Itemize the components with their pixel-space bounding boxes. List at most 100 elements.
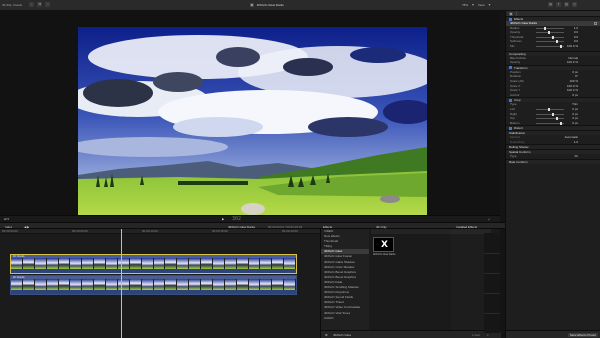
row-value[interactable]: 0 px [572,116,578,120]
clip-thumbnail [201,279,213,290]
row-value[interactable]: 0 px [572,70,578,74]
row-value[interactable]: 0 px [572,112,578,116]
chevron-down-icon[interactable]: ▾ [488,3,490,7]
project-title: 4KPerfx Glow Darks [256,3,284,7]
inspector-toggle-icon[interactable]: ▤ [548,2,553,7]
spatial-type-row[interactable]: Type Fit [506,154,600,159]
row-value[interactable]: 1.0 [574,26,578,30]
clip-thumbnail [94,258,106,269]
landscape-image [78,27,427,225]
slider[interactable] [536,112,564,116]
keywords-icon[interactable]: ⌘ [37,2,43,7]
clip-thumbnail [224,258,237,269]
inspector-row[interactable]: Anchor 0 px [506,93,600,98]
slider-knob[interactable] [556,117,558,121]
search-icon[interactable]: ⌕ [487,333,489,337]
audio-meter-icon[interactable]: ▥ [564,2,569,7]
row-value[interactable]: 0.0 [574,30,578,34]
row-label: Bottom [510,120,520,125]
row-value[interactable]: 0 px [572,107,578,111]
row-value[interactable]: 100.0 % [567,88,578,92]
clip-thumbnail [117,258,130,269]
row-label: Scale Y [510,88,521,93]
clip-thumbnail [189,279,201,290]
effects-search-tab[interactable]: 4K Only [376,225,387,229]
clip-thumbnail [260,258,273,269]
video-clip[interactable]: 4K Clouds [10,275,297,295]
share-icon[interactable]: ⇪ [556,2,561,7]
info-icon[interactable]: ⓘ [515,11,519,16]
installed-effects-menu[interactable]: Installed Effects [456,225,477,229]
slider-knob[interactable] [560,44,562,48]
rate-conform-section-title[interactable]: Rate Conform [506,159,600,165]
slider-knob[interactable] [552,35,554,39]
row-value[interactable]: 0° [575,74,578,78]
import-icon[interactable]: ↓ [29,2,35,7]
clip-thumbnail [141,279,154,290]
playhead[interactable] [121,229,122,338]
row-value[interactable]: 100.0 % [567,44,578,48]
video-frame[interactable] [78,27,427,225]
slider-knob[interactable] [556,40,558,44]
play-button[interactable]: ▶ [222,217,224,221]
index-button[interactable]: Index [5,225,12,229]
slider[interactable] [536,44,564,48]
inspector-row[interactable]: Bottom 0 px [506,121,600,126]
effect-thumbnail[interactable]: X [373,237,394,252]
row-value[interactable]: Trim [572,102,578,106]
back-icon[interactable]: ◀ ▶ [24,225,29,229]
row-value[interactable]: 0.0 [574,35,578,39]
toolbar-left: 4K 60s, Clouds ↓ ⌘ ○ [2,2,51,7]
row-value[interactable]: 100 % [569,79,578,83]
timeline-ruler[interactable]: 00:00:00:00 00:00:05:00 00:00:10:00 00:0… [0,229,320,234]
clip-thumbnail [82,279,95,290]
slider-knob[interactable] [544,26,546,30]
slider[interactable] [536,26,564,30]
clip-thumbnail [153,258,166,269]
slider[interactable] [536,121,564,125]
fullscreen-icon[interactable]: ⤢ [488,217,490,221]
clip-thumbnail [22,279,35,290]
library-name[interactable]: 4K 60s, Clouds [2,3,22,7]
slider-knob[interactable] [560,121,562,125]
effects-browser: VIDEO New effects Thumbnail Tilting 4KPerfx … [320,229,501,338]
save-effects-preset-button[interactable]: Save Effects Preset [567,333,598,337]
stabilization-smoothing-row: Smoothing 1.0 [510,139,578,144]
clip-thumbnail [34,279,47,290]
row-value[interactable]: 0 px [572,121,578,125]
timeline[interactable]: 00:00:00:00 00:00:05:00 00:00:10:00 00:0… [0,229,320,338]
slider[interactable] [536,35,564,39]
effect-parameters: Radius 1.0 Opacity 0.0 Threshold 0.0 Softness 0… [506,26,600,49]
opacity-row[interactable]: Opacity 100.0 % [506,60,600,65]
slider[interactable] [536,40,564,44]
timeline-project-name[interactable]: 4KPerfx Glow Darks [228,225,255,229]
background-tasks-icon[interactable]: ◷ [572,2,577,7]
row-value[interactable]: 0 px [572,93,578,97]
effects-count: 1 item [472,333,481,337]
slider-knob[interactable] [552,112,554,116]
clip-thumbnail [284,258,296,269]
slider[interactable] [536,107,564,111]
slider[interactable] [536,31,564,35]
row-value[interactable]: 100.0 % [567,84,578,88]
ruler-tick: 00:00:20:00 [282,229,298,233]
clip-thumbnail [106,279,118,290]
view-menu[interactable]: View [478,3,484,7]
effects-category-item[interactable]: AUDIO [321,316,369,321]
row-label: Anchor [510,92,520,97]
slider-knob[interactable] [548,31,550,35]
analyze-icon[interactable]: ○ [45,2,51,7]
clip-thumbnail [129,258,142,269]
zoom-menu[interactable]: 78% [462,3,468,7]
row-value[interactable]: 0.0 [574,39,578,43]
chevron-down-icon[interactable]: ▾ [472,3,474,7]
transform-tool-icon[interactable]: ⊞ ▾ [4,217,9,221]
inspector-row[interactable]: Mix 100.0 % [506,44,600,49]
settings-icon[interactable]: ⚙ [325,333,328,337]
slider-knob[interactable] [548,107,550,111]
video-clip-selected[interactable]: 4K Clouds [10,254,297,274]
clip-thumbnail [153,279,166,290]
viewer-title: ▣ 4KPerfx Glow Darks [250,3,284,7]
slider[interactable] [536,117,564,121]
video-inspector-icon[interactable]: ▣ [509,11,513,16]
